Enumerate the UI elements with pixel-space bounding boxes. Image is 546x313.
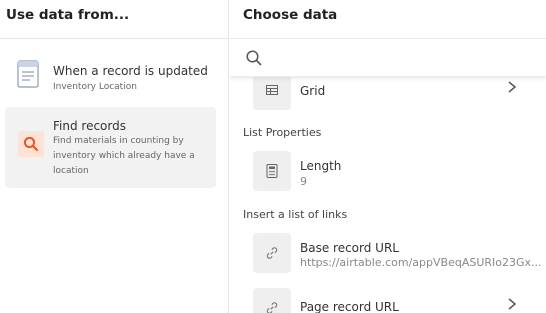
field-name: Base record URL (300, 241, 399, 255)
record-icon (17, 60, 39, 88)
source-title: When a record is updated (53, 64, 208, 78)
section-heading: List Properties (243, 126, 322, 139)
source-subtitle: Find materials in counting by inventory … (53, 136, 195, 176)
field-name: Length (300, 159, 342, 173)
search-input[interactable] (268, 46, 538, 70)
link-icon (266, 302, 278, 313)
calculator-icon (266, 164, 278, 178)
search-bar (230, 38, 546, 77)
data-source-panel: Use data from... When a record is update… (0, 0, 229, 313)
chevron-right-icon[interactable] (506, 297, 518, 311)
chevron-right-icon[interactable] (506, 80, 518, 94)
field-name: Page record URL (300, 300, 399, 313)
search-icon (18, 131, 44, 157)
field-icon-tile (253, 233, 291, 273)
field-icon-tile (253, 151, 291, 191)
search-icon (246, 50, 262, 66)
panel-title: Use data from... (6, 7, 130, 23)
field-value: https://airtable.com/appVBeqASURIo23Gx..… (300, 256, 542, 269)
grid-icon (266, 85, 278, 95)
source-subtitle: Inventory Location (53, 82, 137, 92)
link-icon (266, 247, 278, 259)
divider (0, 38, 229, 39)
panel-title: Choose data (243, 7, 338, 23)
field-value: 9 (300, 175, 307, 188)
field-icon-tile (253, 288, 291, 313)
source-title: Find records (53, 119, 126, 133)
field-name: Grid (300, 84, 326, 98)
choose-data-panel: Choose data Grid List Properties Length … (230, 0, 546, 313)
section-heading: Insert a list of links (243, 208, 348, 221)
